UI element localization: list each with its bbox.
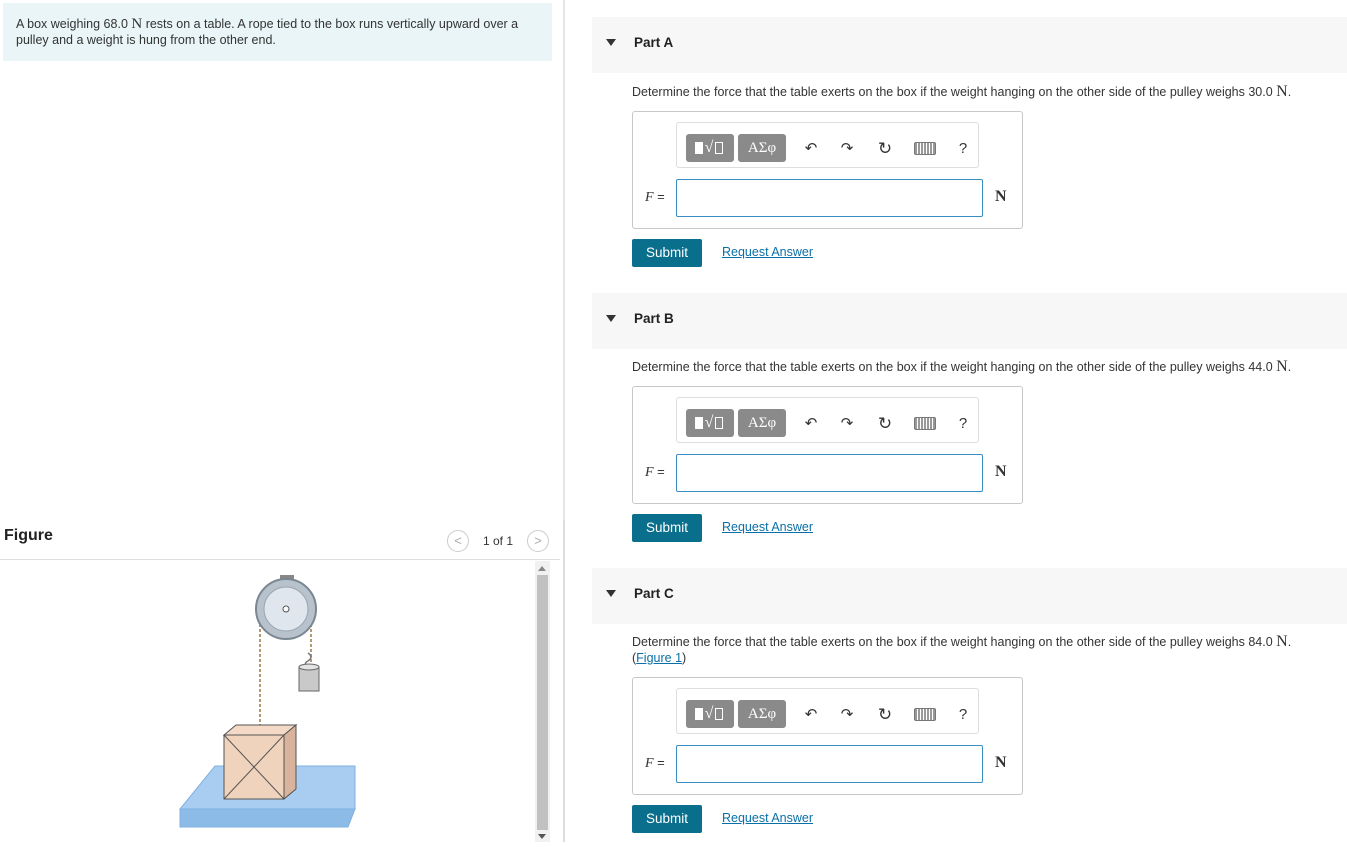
part-c-question-unit: N [1276, 633, 1288, 650]
part-b-header[interactable]: Part B [592, 293, 1347, 349]
problem-text-before: A box weighing 68.0 [16, 17, 132, 31]
part-a-question-end: . [1287, 85, 1292, 99]
templates-button[interactable]: √ [686, 700, 734, 728]
problem-statement: A box weighing 68.0 N rests on a table. … [3, 3, 552, 61]
templates-button[interactable]: √ [686, 134, 734, 162]
answer-unit: N [995, 754, 1007, 771]
help-icon[interactable]: ? [953, 414, 973, 434]
part-b-question-text: Determine the force that the table exert… [632, 360, 1277, 374]
figure-pager: 1 of 1 [483, 534, 514, 548]
answer-input[interactable] [676, 745, 983, 783]
symbols-button[interactable]: ΑΣφ [738, 409, 786, 437]
part-a-header[interactable]: Part A [592, 17, 1347, 73]
reset-icon[interactable]: ↻ [875, 414, 895, 434]
left-pane: A box weighing 68.0 N rests on a table. … [0, 0, 565, 842]
figure-scrollbar[interactable] [535, 561, 550, 842]
request-answer-link[interactable]: Request Answer [722, 245, 813, 259]
scroll-thumb[interactable] [537, 575, 548, 830]
request-answer-link[interactable]: Request Answer [722, 520, 813, 534]
redo-icon[interactable]: ↷ [837, 414, 857, 434]
part-c-question-text: Determine the force that the table exert… [632, 635, 1277, 649]
collapse-triangle-icon[interactable] [606, 39, 616, 46]
part-c-header[interactable]: Part C [592, 568, 1347, 624]
templates-button[interactable]: √ [686, 409, 734, 437]
request-answer-link[interactable]: Request Answer [722, 811, 813, 825]
figure-link[interactable]: Figure 1 [636, 651, 682, 665]
chevron-left-icon[interactable]: < [447, 530, 469, 552]
part-a-title: Part A [634, 35, 674, 50]
submit-button[interactable]: Submit [632, 239, 702, 267]
part-b-question: Determine the force that the table exert… [632, 359, 1332, 375]
part-a-question-text: Determine the force that the table exert… [632, 85, 1277, 99]
submit-button[interactable]: Submit [632, 805, 702, 833]
box-side [283, 723, 297, 801]
symbols-button[interactable]: ΑΣφ [738, 700, 786, 728]
undo-icon[interactable]: ↶ [801, 705, 821, 725]
hanging-weight [298, 666, 320, 692]
weight-top [298, 663, 320, 671]
redo-icon[interactable]: ↷ [837, 705, 857, 725]
pulley-diagram [178, 575, 356, 828]
symbols-button[interactable]: ΑΣφ [738, 134, 786, 162]
part-c-title: Part C [634, 586, 674, 601]
right-pane: Part A Determine the force that the tabl… [567, 0, 1347, 842]
scroll-up-arrow-icon[interactable] [538, 566, 546, 571]
math-toolbar: √ ΑΣφ ↶ ↷ ↻ ? [676, 688, 979, 734]
answer-unit: N [995, 463, 1007, 480]
answer-input[interactable] [676, 179, 983, 217]
problem-unit: N [131, 16, 143, 32]
figure-header: Figure < 1 of 1 > [0, 520, 560, 560]
answer-variable-label: F = [645, 464, 665, 480]
answer-variable-label: F = [645, 189, 665, 205]
pane-divider[interactable] [563, 520, 565, 842]
answer-variable-label: F = [645, 755, 665, 771]
part-c-question: Determine the force that the table exert… [632, 633, 1292, 666]
submit-button[interactable]: Submit [632, 514, 702, 542]
pulley-axle [282, 605, 290, 613]
part-a-question-unit: N [1276, 83, 1288, 100]
part-c-answer-box: √ ΑΣφ ↶ ↷ ↻ ? F = N [632, 677, 1023, 795]
part-c-question-end: . [1287, 635, 1292, 649]
help-icon[interactable]: ? [953, 705, 973, 725]
table-front [179, 808, 356, 828]
scroll-down-arrow-icon[interactable] [538, 834, 546, 839]
figure-title: Figure [4, 527, 53, 544]
part-b-title: Part B [634, 311, 674, 326]
part-b-question-unit: N [1276, 358, 1288, 375]
figure-image [0, 561, 535, 842]
math-toolbar: √ ΑΣφ ↶ ↷ ↻ ? [676, 122, 979, 168]
reset-icon[interactable]: ↻ [875, 705, 895, 725]
part-b-answer-box: √ ΑΣφ ↶ ↷ ↻ ? F = N [632, 386, 1023, 504]
keyboard-icon[interactable] [914, 417, 936, 430]
chevron-right-icon[interactable]: > [527, 530, 549, 552]
part-a-question: Determine the force that the table exert… [632, 84, 1332, 100]
keyboard-icon[interactable] [914, 708, 936, 721]
undo-icon[interactable]: ↶ [801, 139, 821, 159]
undo-icon[interactable]: ↶ [801, 414, 821, 434]
collapse-triangle-icon[interactable] [606, 590, 616, 597]
help-icon[interactable]: ? [953, 139, 973, 159]
math-toolbar: √ ΑΣφ ↶ ↷ ↻ ? [676, 397, 979, 443]
reset-icon[interactable]: ↻ [875, 139, 895, 159]
keyboard-icon[interactable] [914, 142, 936, 155]
part-a-answer-box: √ ΑΣφ ↶ ↷ ↻ ? F = N [632, 111, 1023, 229]
part-b-question-end: . [1287, 360, 1292, 374]
answer-input[interactable] [676, 454, 983, 492]
redo-icon[interactable]: ↷ [837, 139, 857, 159]
answer-unit: N [995, 188, 1007, 205]
collapse-triangle-icon[interactable] [606, 315, 616, 322]
